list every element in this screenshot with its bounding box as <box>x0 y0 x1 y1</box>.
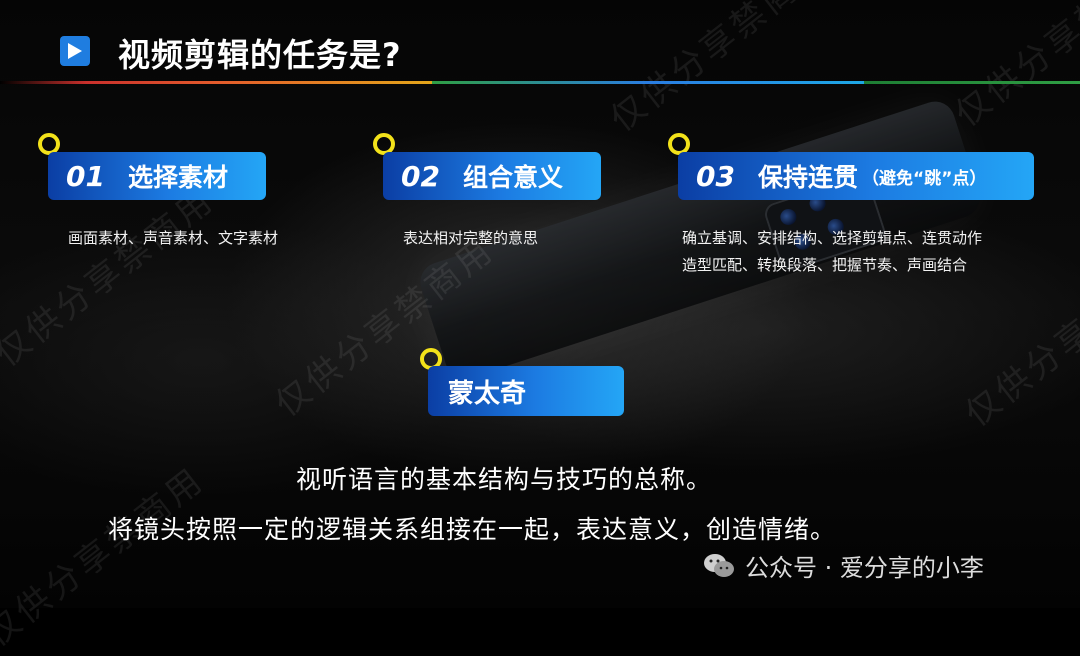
footer-account: 公众号 · 爱分享的小李 <box>745 554 984 582</box>
montage-text: 蒙太奇 <box>448 378 527 409</box>
step-number: 02 <box>401 159 440 193</box>
definition-line-1: 视听语言的基本结构与技巧的总称。 <box>296 465 713 494</box>
definition-line-2: 将镜头按照一定的逻辑关系组接在一起，表达意义，创造情绪。 <box>108 515 837 544</box>
step-card-03: 03 保持连贯 （避免“跳”点） <box>678 152 1034 200</box>
step-description: 画面素材、声音素材、文字素材 <box>68 225 278 252</box>
step-note: （避免“跳”点） <box>862 168 987 189</box>
description-line: 造型匹配、转换段落、把握节奏、声画结合 <box>682 256 968 274</box>
step-label: 保持连贯 <box>758 163 859 192</box>
step-card-01: 01 选择素材 <box>48 152 266 200</box>
description-line: 画面素材、声音素材、文字素材 <box>68 229 279 247</box>
step-card-02: 02 组合意义 <box>383 152 601 200</box>
step-number: 01 <box>66 159 105 193</box>
description-line: 表达相对完整的意思 <box>403 229 539 247</box>
step-label: 选择素材 <box>128 163 229 192</box>
step-description: 确立基调、安排结构、选择剪辑点、连贯动作 造型匹配、转换段落、把握节奏、声画结合 <box>682 225 982 279</box>
step-number: 03 <box>696 159 735 193</box>
step-label: 组合意义 <box>463 163 564 192</box>
montage-label: 蒙太奇 <box>428 366 624 416</box>
step-description: 表达相对完整的意思 <box>403 225 538 252</box>
wechat-icon <box>703 553 735 579</box>
title-divider <box>0 81 1080 84</box>
description-line: 确立基调、安排结构、选择剪辑点、连贯动作 <box>682 229 983 247</box>
play-icon <box>60 36 90 66</box>
page-title: 视频剪辑的任务是? <box>118 36 402 74</box>
